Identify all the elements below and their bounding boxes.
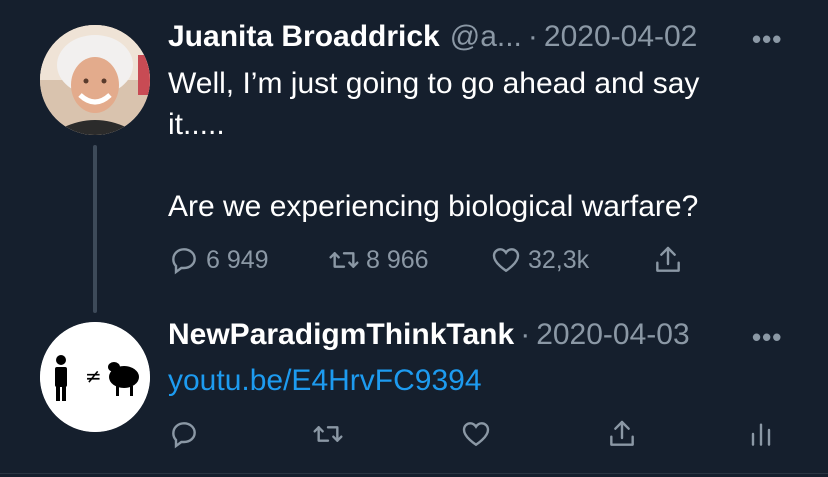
retweet-button[interactable] (312, 418, 344, 450)
like-count: 32,3k (528, 245, 590, 274)
analytics-button[interactable] (745, 418, 777, 450)
retweet-icon (313, 426, 343, 442)
analytics-icon (751, 423, 771, 446)
like-button[interactable] (460, 418, 492, 450)
retweet-button[interactable]: 8 966 (328, 244, 429, 276)
thread-line (93, 145, 97, 313)
avatar[interactable] (40, 25, 150, 135)
avatar[interactable]: ≠ (40, 322, 150, 432)
more-options-icon[interactable]: ••• (752, 24, 782, 55)
more-options-icon[interactable]: ••• (752, 322, 782, 353)
share-icon (610, 420, 634, 446)
separator: · (520, 318, 531, 351)
tweet-text: Well, I’m just going to go ahead and say… (168, 67, 700, 223)
divider (0, 473, 828, 474)
author-name[interactable]: Juanita Broaddrick (168, 20, 440, 54)
tweet-date[interactable]: 2020-04-03 (536, 318, 689, 352)
reply-icon (172, 248, 196, 275)
like-button[interactable]: 32,3k (490, 244, 589, 276)
separator: · (527, 20, 538, 53)
share-button[interactable] (606, 418, 638, 450)
share-button[interactable] (652, 244, 684, 276)
like-icon (492, 248, 520, 273)
not-equal-symbol: ≠ (85, 364, 102, 388)
reply-button[interactable] (168, 418, 200, 450)
like-icon (462, 422, 490, 447)
author-handle[interactable]: @a... (450, 20, 522, 54)
author-name[interactable]: NewParadigmThinkTank (168, 318, 514, 352)
reply-count: 6 949 (206, 245, 269, 274)
share-icon (656, 246, 680, 272)
retweet-icon (329, 252, 359, 268)
reply-icon (172, 422, 196, 449)
retweet-count: 8 966 (366, 245, 429, 274)
tweet-link[interactable]: youtu.be/E4HrvFC9394 (168, 360, 768, 401)
reply-button[interactable]: 6 949 (168, 244, 269, 276)
tweet-date[interactable]: 2020-04-02 (544, 20, 697, 54)
